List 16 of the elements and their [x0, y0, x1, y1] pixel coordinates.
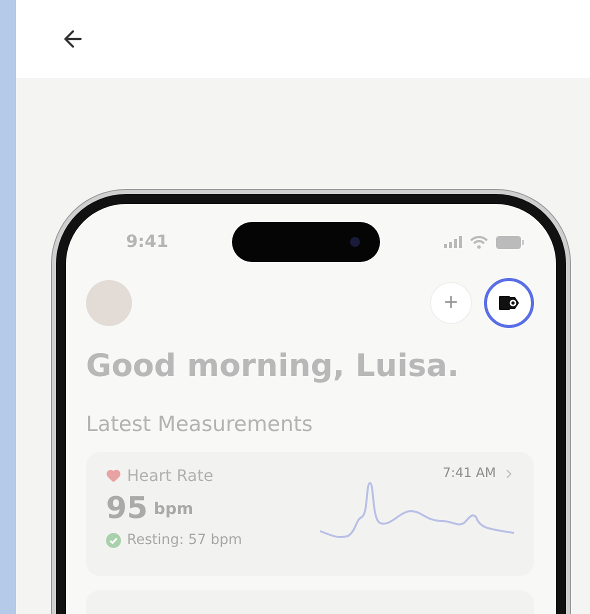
measurement-value: 95: [106, 491, 148, 526]
wifi-icon: [470, 236, 488, 248]
add-button[interactable]: +: [430, 282, 472, 324]
watch-icon: [498, 294, 520, 312]
card-title: Heart Rate: [127, 466, 214, 485]
heart-icon: [106, 468, 121, 483]
measurement-time: 7:41 AM: [442, 466, 496, 481]
signal-icon: [444, 236, 462, 248]
section-heading: Latest Measurements: [86, 412, 314, 436]
battery-icon: [496, 236, 524, 248]
status-time: 9:41: [126, 232, 168, 252]
measurement-unit: bpm: [154, 499, 194, 518]
watch-button[interactable]: [484, 278, 534, 328]
check-circle-icon: [106, 532, 121, 548]
resting-note: Resting: 57 bpm: [127, 532, 242, 548]
greeting-heading: Good morning, Luisa.: [86, 348, 460, 384]
